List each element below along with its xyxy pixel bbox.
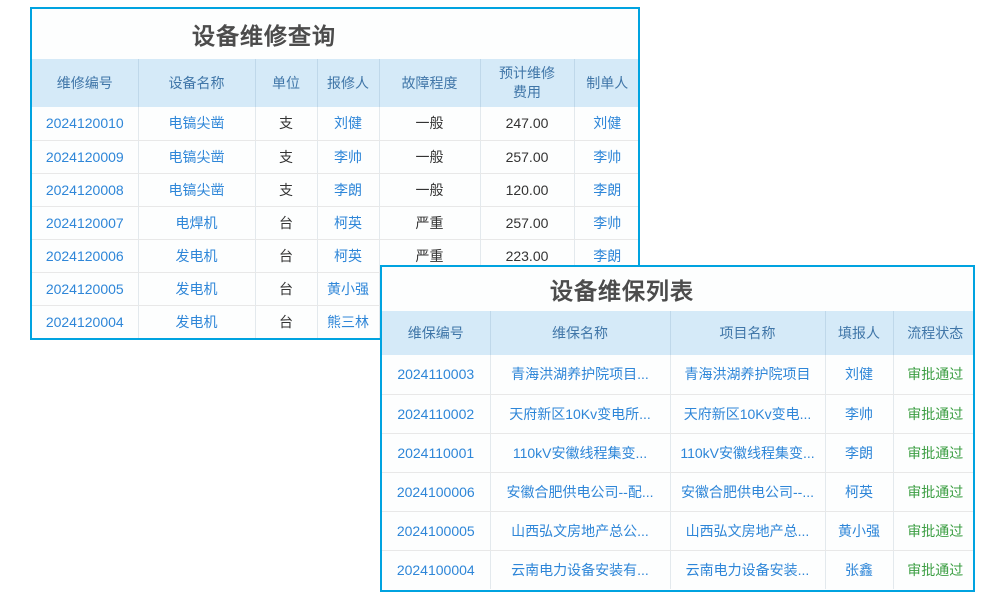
status-badge: 审批通过	[893, 550, 975, 589]
cell-filler[interactable]: 李帅	[825, 394, 893, 433]
cell-maint-name[interactable]: 110kV安徽线程集变...	[490, 433, 670, 472]
cell-repair-no[interactable]: 2024120009	[32, 140, 138, 173]
cell-project-name[interactable]: 安徽合肥供电公司--...	[670, 472, 825, 511]
cell-project-name[interactable]: 山西弘文房地产总...	[670, 511, 825, 550]
table-row: 2024110001 110kV安徽线程集变... 110kV安徽线程集变...…	[382, 433, 975, 472]
cell-repair-no[interactable]: 2024120006	[32, 239, 138, 272]
cell-severity: 一般	[379, 140, 480, 173]
repair-header-row: 维修编号 设备名称 单位 报修人 故障程度 预计维修 费用 制单人	[32, 59, 640, 107]
cell-filler[interactable]: 张鑫	[825, 550, 893, 589]
cell-unit: 支	[255, 107, 317, 140]
table-row: 2024100004 云南电力设备安装有... 云南电力设备安装... 张鑫 审…	[382, 550, 975, 589]
cell-creator[interactable]: 李帅	[574, 140, 640, 173]
cell-reporter[interactable]: 李帅	[317, 140, 379, 173]
cell-device[interactable]: 电焊机	[138, 206, 255, 239]
maintenance-list-panel: 设备维保列表 维保编号 维保名称 项目名称 填报人 流程状态 202411000…	[380, 265, 975, 592]
cell-unit: 支	[255, 140, 317, 173]
cell-cost: 257.00	[480, 140, 574, 173]
cell-repair-no[interactable]: 2024120008	[32, 173, 138, 206]
col-header-reporter: 报修人	[317, 59, 379, 107]
maintenance-panel-title: 设备维保列表	[382, 267, 973, 311]
col-header-severity: 故障程度	[379, 59, 480, 107]
cell-repair-no[interactable]: 2024120007	[32, 206, 138, 239]
cell-filler[interactable]: 柯英	[825, 472, 893, 511]
table-row: 2024100005 山西弘文房地产总公... 山西弘文房地产总... 黄小强 …	[382, 511, 975, 550]
cell-repair-no[interactable]: 2024120010	[32, 107, 138, 140]
cell-maint-name[interactable]: 天府新区10Kv变电所...	[490, 394, 670, 433]
cell-device[interactable]: 发电机	[138, 272, 255, 305]
status-badge: 审批通过	[893, 511, 975, 550]
table-row: 2024110003 青海洪湖养护院项目... 青海洪湖养护院项目 刘健 审批通…	[382, 355, 975, 394]
col-header-maint-no: 维保编号	[382, 311, 490, 355]
cell-project-name[interactable]: 天府新区10Kv变电...	[670, 394, 825, 433]
cell-cost: 247.00	[480, 107, 574, 140]
col-header-unit: 单位	[255, 59, 317, 107]
maintenance-header-row: 维保编号 维保名称 项目名称 填报人 流程状态	[382, 311, 975, 355]
cell-filler[interactable]: 李朗	[825, 433, 893, 472]
cell-repair-no[interactable]: 2024120004	[32, 305, 138, 338]
cell-reporter[interactable]: 柯英	[317, 206, 379, 239]
cell-unit: 台	[255, 272, 317, 305]
cell-reporter[interactable]: 刘健	[317, 107, 379, 140]
cell-unit: 台	[255, 305, 317, 338]
cell-maint-name[interactable]: 青海洪湖养护院项目...	[490, 355, 670, 394]
cell-maint-no[interactable]: 2024100006	[382, 472, 490, 511]
cell-maint-no[interactable]: 2024110003	[382, 355, 490, 394]
cell-reporter[interactable]: 黄小强	[317, 272, 379, 305]
table-row: 2024120008 电镐尖凿 支 李朗 一般 120.00 李朗	[32, 173, 640, 206]
status-badge: 审批通过	[893, 433, 975, 472]
cell-creator[interactable]: 刘健	[574, 107, 640, 140]
cell-device[interactable]: 电镐尖凿	[138, 107, 255, 140]
cell-severity: 一般	[379, 107, 480, 140]
col-header-status: 流程状态	[893, 311, 975, 355]
cell-maint-no[interactable]: 2024100004	[382, 550, 490, 589]
cell-maint-name[interactable]: 云南电力设备安装有...	[490, 550, 670, 589]
table-row: 2024120009 电镐尖凿 支 李帅 一般 257.00 李帅	[32, 140, 640, 173]
cell-device[interactable]: 电镐尖凿	[138, 173, 255, 206]
cell-maint-no[interactable]: 2024110002	[382, 394, 490, 433]
cell-project-name[interactable]: 青海洪湖养护院项目	[670, 355, 825, 394]
cell-reporter[interactable]: 李朗	[317, 173, 379, 206]
cell-creator[interactable]: 李帅	[574, 206, 640, 239]
cell-unit: 支	[255, 173, 317, 206]
repair-panel-title: 设备维修查询	[32, 9, 638, 59]
cell-severity: 一般	[379, 173, 480, 206]
maintenance-table: 维保编号 维保名称 项目名称 填报人 流程状态 2024110003 青海洪湖养…	[382, 311, 975, 589]
cell-filler[interactable]: 刘健	[825, 355, 893, 394]
cell-cost: 120.00	[480, 173, 574, 206]
col-header-maint-name: 维保名称	[490, 311, 670, 355]
cell-filler[interactable]: 黄小强	[825, 511, 893, 550]
cell-maint-name[interactable]: 山西弘文房地产总公...	[490, 511, 670, 550]
col-header-repair-no: 维修编号	[32, 59, 138, 107]
cell-repair-no[interactable]: 2024120005	[32, 272, 138, 305]
col-header-device: 设备名称	[138, 59, 255, 107]
cell-reporter[interactable]: 熊三林	[317, 305, 379, 338]
table-row: 2024120007 电焊机 台 柯英 严重 257.00 李帅	[32, 206, 640, 239]
status-badge: 审批通过	[893, 394, 975, 433]
cell-project-name[interactable]: 110kV安徽线程集变...	[670, 433, 825, 472]
cell-project-name[interactable]: 云南电力设备安装...	[670, 550, 825, 589]
cell-cost: 257.00	[480, 206, 574, 239]
cell-maint-no[interactable]: 2024110001	[382, 433, 490, 472]
cell-reporter[interactable]: 柯英	[317, 239, 379, 272]
table-row: 2024120010 电镐尖凿 支 刘健 一般 247.00 刘健	[32, 107, 640, 140]
cell-unit: 台	[255, 239, 317, 272]
col-header-creator: 制单人	[574, 59, 640, 107]
cell-device[interactable]: 发电机	[138, 305, 255, 338]
cell-device[interactable]: 电镐尖凿	[138, 140, 255, 173]
cell-creator[interactable]: 李朗	[574, 173, 640, 206]
col-header-cost: 预计维修 费用	[480, 59, 574, 107]
cell-device[interactable]: 发电机	[138, 239, 255, 272]
cell-maint-name[interactable]: 安徽合肥供电公司--配...	[490, 472, 670, 511]
cell-severity: 严重	[379, 206, 480, 239]
col-header-project-name: 项目名称	[670, 311, 825, 355]
table-row: 2024110002 天府新区10Kv变电所... 天府新区10Kv变电... …	[382, 394, 975, 433]
status-badge: 审批通过	[893, 355, 975, 394]
status-badge: 审批通过	[893, 472, 975, 511]
col-header-filler: 填报人	[825, 311, 893, 355]
cell-maint-no[interactable]: 2024100005	[382, 511, 490, 550]
table-row: 2024100006 安徽合肥供电公司--配... 安徽合肥供电公司--... …	[382, 472, 975, 511]
cell-unit: 台	[255, 206, 317, 239]
